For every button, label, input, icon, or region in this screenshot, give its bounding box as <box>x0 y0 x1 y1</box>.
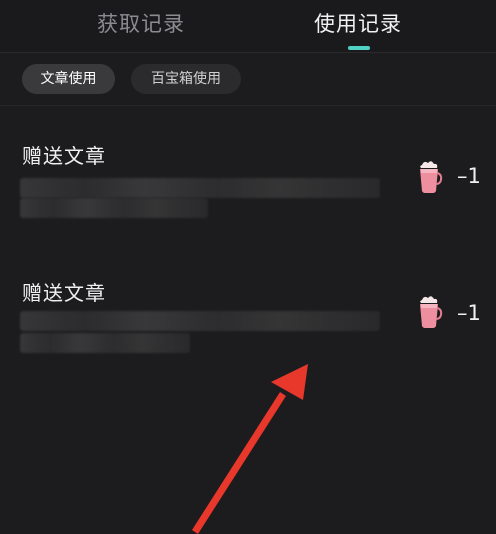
redacted-text <box>20 311 380 331</box>
list-item[interactable]: 赠送文章 –1 <box>0 140 496 260</box>
divider <box>0 105 496 106</box>
redacted-text <box>20 178 380 198</box>
record-title: 赠送文章 <box>22 144 106 168</box>
tab-use-records[interactable]: 使用记录 <box>314 8 402 38</box>
redacted-text <box>20 333 190 353</box>
filter-article-use[interactable]: 文章使用 <box>22 64 115 94</box>
filter-bar: 文章使用 百宝箱使用 <box>0 53 496 105</box>
record-amount: –1 <box>457 301 481 325</box>
tab-get-records[interactable]: 获取记录 <box>97 8 185 38</box>
tab-bar: 获取记录 使用记录 <box>0 0 496 53</box>
list-item[interactable]: 赠送文章 –1 <box>0 277 496 397</box>
cup-icon <box>420 296 443 328</box>
active-tab-indicator <box>348 46 370 50</box>
record-title: 赠送文章 <box>22 281 106 305</box>
record-amount: –1 <box>457 164 481 188</box>
cup-icon <box>420 161 443 193</box>
filter-treasure-box-use[interactable]: 百宝箱使用 <box>131 64 241 94</box>
redacted-text <box>20 198 208 218</box>
